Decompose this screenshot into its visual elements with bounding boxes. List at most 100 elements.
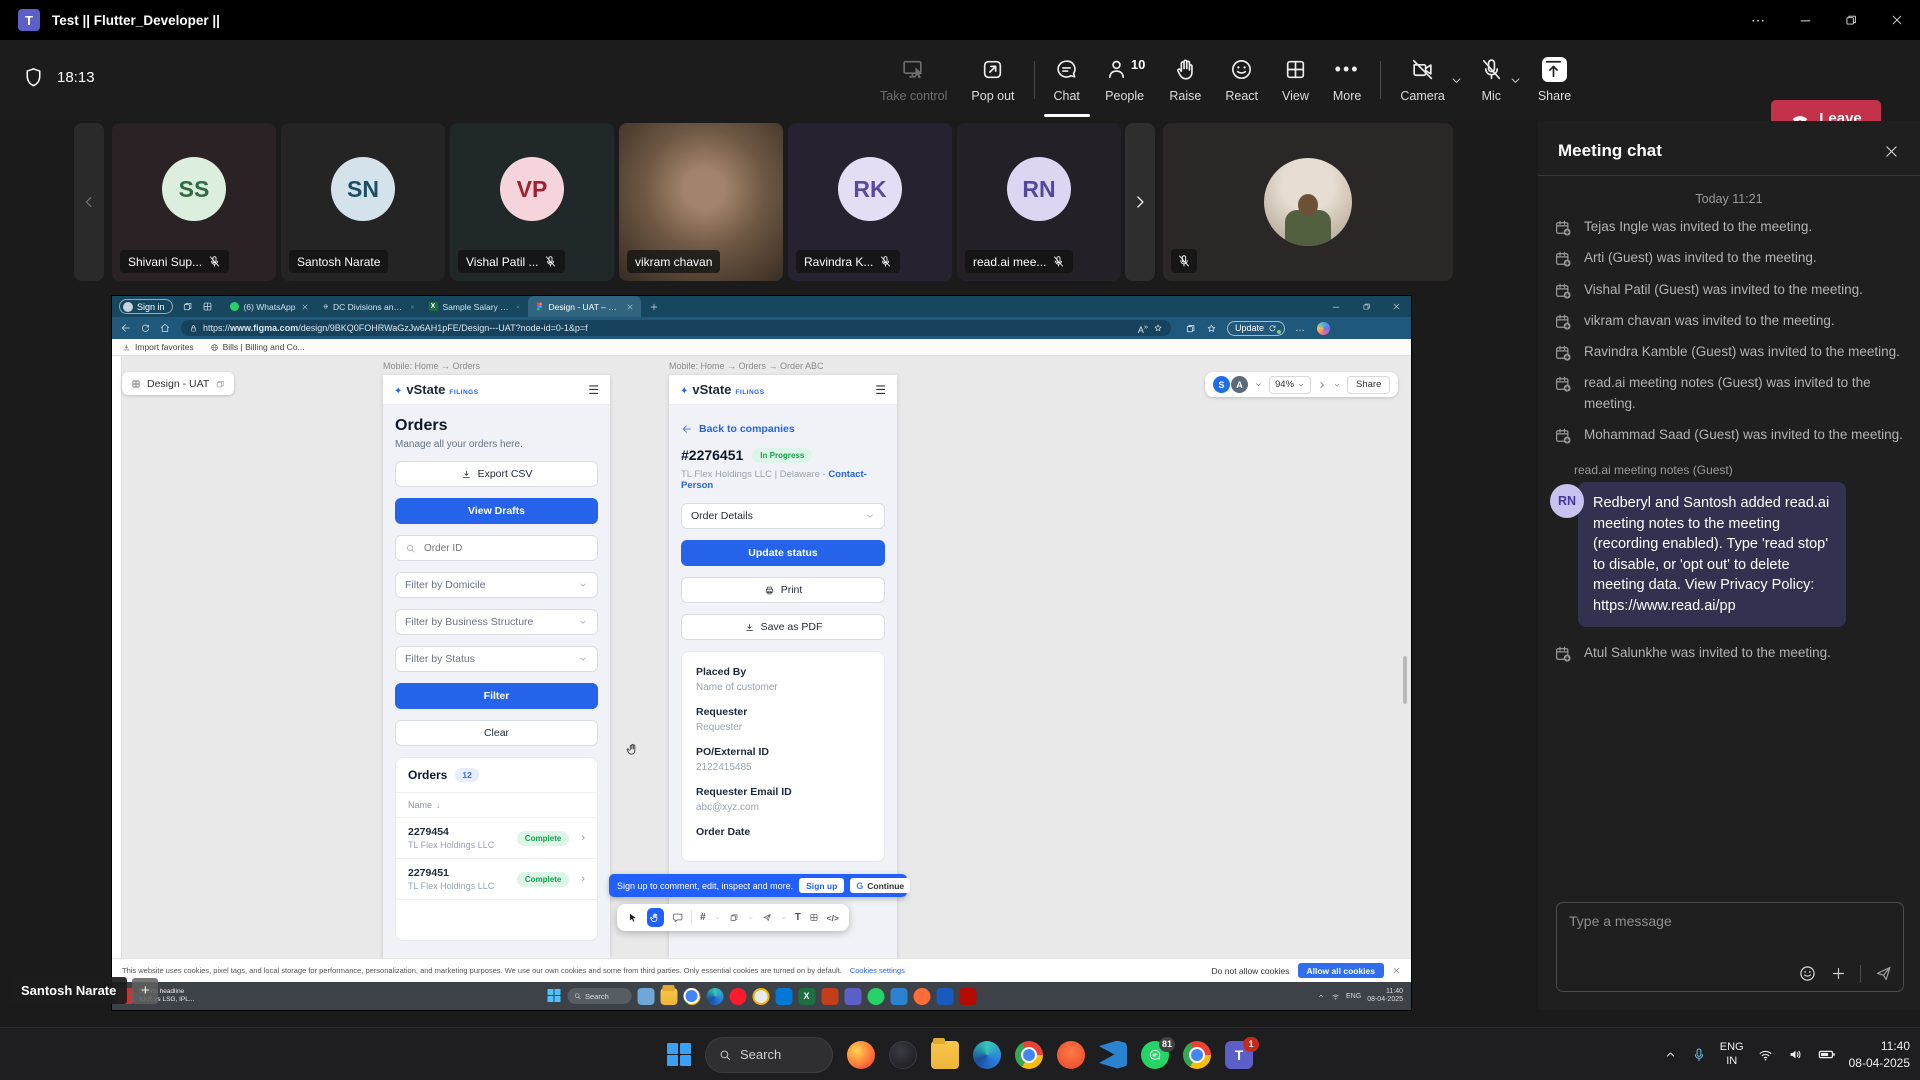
more-button[interactable]: ••• More	[1321, 40, 1373, 120]
print-button[interactable]: Print	[681, 577, 885, 603]
vscode-icon[interactable]	[890, 988, 907, 1005]
tab-figma-design-uat[interactable]: Design - UAT – Figma	[528, 296, 641, 317]
emoji-icon[interactable]	[1798, 964, 1817, 983]
firefox-icon[interactable]	[847, 1041, 875, 1069]
participant-tile[interactable]: RK Ravindra K...	[788, 123, 952, 281]
close-tab-icon[interactable]	[626, 303, 634, 311]
teams-icon[interactable]: T 1	[1225, 1041, 1253, 1069]
maximize-button[interactable]	[1828, 0, 1874, 40]
order-row[interactable]: 2279454 TL Flex Holdings LLC Complete ›	[396, 818, 597, 859]
hand-tool-selected[interactable]	[647, 908, 664, 927]
excel-icon[interactable]: X	[798, 988, 815, 1005]
close-button[interactable]	[1874, 0, 1920, 40]
close-tab-icon[interactable]	[301, 303, 309, 311]
order-id-input[interactable]	[422, 542, 572, 555]
deny-cookies-link[interactable]: Do not allow cookies	[1212, 966, 1290, 976]
weather-icon[interactable]	[637, 988, 654, 1005]
move-tool-icon[interactable]	[627, 911, 639, 924]
participant-tile[interactable]: SN Santosh Narate	[281, 123, 445, 281]
read-aloud-icon[interactable]: A»	[1138, 322, 1148, 335]
volume-icon[interactable]	[1787, 1046, 1804, 1063]
whatsapp-icon[interactable]: 81	[1141, 1041, 1169, 1069]
file-explorer-icon[interactable]	[660, 988, 677, 1005]
teams-icon[interactable]	[844, 988, 861, 1005]
message-input[interactable]	[1557, 903, 1903, 955]
taskbar-clock[interactable]: 11:4008-04-2025	[1849, 1038, 1910, 1070]
chevron-down-icon[interactable]	[1333, 381, 1341, 389]
pdf-icon[interactable]	[959, 988, 976, 1005]
figma-share-button[interactable]: Share	[1347, 376, 1390, 394]
clear-button[interactable]: Clear	[395, 720, 598, 746]
copilot-icon[interactable]	[889, 1041, 917, 1069]
search-pill[interactable]: Search	[567, 988, 631, 1004]
export-csv-button[interactable]: Export CSV	[395, 461, 598, 487]
mic-button[interactable]: Mic	[1467, 40, 1516, 120]
text-tool-icon[interactable]: T	[795, 912, 801, 923]
import-favorites-button[interactable]: Import favorites	[122, 342, 194, 352]
collaborator-avatar[interactable]: S	[1213, 376, 1230, 393]
react-button[interactable]: React	[1213, 40, 1270, 120]
raise-hand-button[interactable]: Raise	[1157, 40, 1213, 120]
wifi-icon[interactable]	[1757, 1046, 1774, 1063]
filter-button[interactable]: Filter	[395, 683, 598, 709]
people-button[interactable]: 10 People	[1092, 40, 1157, 120]
zoom-level-dropdown[interactable]: 94%	[1269, 376, 1311, 394]
close-tab-icon[interactable]	[516, 303, 520, 311]
filter-status-select[interactable]: Filter by Status	[395, 646, 598, 672]
back-to-companies-link[interactable]: Back to companies	[681, 423, 885, 435]
attach-plus-icon[interactable]	[1830, 965, 1847, 982]
browser-close-button[interactable]	[1381, 296, 1411, 317]
previous-participants-button[interactable]	[74, 123, 104, 281]
save-as-pdf-button[interactable]: Save as PDF	[681, 614, 885, 640]
chrome-icon[interactable]	[683, 988, 700, 1005]
participant-tile[interactable]: SS Shivani Sup...	[112, 123, 276, 281]
sign-up-button[interactable]: Sign up	[799, 878, 844, 893]
favorites-bar-icon[interactable]	[1206, 323, 1217, 334]
name-column-header[interactable]: Name↓	[396, 793, 597, 818]
hidden-icons-caret[interactable]	[1663, 1047, 1678, 1062]
postman-icon[interactable]	[913, 988, 930, 1005]
favorite-bills-billing[interactable]: Bills | Billing and Co...	[210, 342, 305, 352]
powerpoint-icon[interactable]	[821, 988, 838, 1005]
back-icon[interactable]	[120, 322, 132, 334]
opera-icon[interactable]	[729, 988, 746, 1005]
chevron-down-icon[interactable]	[747, 914, 754, 922]
update-status-button[interactable]: Update status	[681, 540, 885, 566]
vertical-tabs-icon[interactable]	[202, 301, 213, 312]
participant-tile[interactable]: VP Vishal Patil ...	[450, 123, 614, 281]
chevron-down-icon[interactable]	[780, 914, 787, 922]
new-tab-icon[interactable]	[649, 302, 659, 312]
order-details-select[interactable]: Order Details	[681, 503, 885, 529]
tab-actions-icon[interactable]	[182, 301, 193, 312]
order-id-search[interactable]	[395, 535, 598, 561]
comment-tool-icon[interactable]	[672, 911, 684, 924]
share-button[interactable]: Share	[1526, 40, 1583, 120]
favorite-star-icon[interactable]	[1153, 323, 1163, 333]
mail-icon[interactable]	[775, 988, 792, 1005]
section-tool-icon[interactable]	[809, 912, 819, 923]
hamburger-menu-icon[interactable]: ☰	[588, 383, 599, 397]
whatsapp-icon[interactable]	[867, 988, 884, 1005]
vscode-icon[interactable]	[1099, 1041, 1127, 1069]
language-indicator[interactable]: ENGIN	[1720, 1041, 1744, 1067]
chevron-down-icon[interactable]	[1254, 380, 1263, 389]
pin-presenter-button[interactable]: +	[132, 978, 158, 1004]
minimize-button[interactable]	[1782, 0, 1828, 40]
close-tab-icon[interactable]	[410, 303, 415, 311]
hamburger-menu-icon[interactable]: ☰	[875, 383, 886, 397]
edge-icon[interactable]	[973, 1041, 1001, 1069]
mobile-frame-orders[interactable]: ✦vStateFILINGS ☰ Orders Manage all your …	[383, 375, 610, 958]
participant-tile[interactable]: RN read.ai mee...	[957, 123, 1121, 281]
close-chat-icon[interactable]	[1883, 143, 1900, 160]
figma-canvas[interactable]: Design - UAT S A 94% Share Mobile: Home …	[112, 356, 1411, 958]
chevron-down-icon[interactable]	[714, 914, 721, 922]
browser-menu-icon[interactable]: …	[1295, 323, 1307, 334]
start-button[interactable]	[667, 1043, 691, 1067]
chrome-icon[interactable]	[1015, 1041, 1043, 1069]
taskbar-search[interactable]: Search	[705, 1037, 833, 1073]
present-icon[interactable]	[1317, 380, 1327, 390]
cookie-settings-link[interactable]: Cookies settings	[850, 966, 905, 975]
refresh-icon[interactable]	[140, 323, 151, 334]
brave-icon[interactable]	[752, 988, 769, 1005]
caret-up-icon[interactable]	[1317, 992, 1325, 1000]
